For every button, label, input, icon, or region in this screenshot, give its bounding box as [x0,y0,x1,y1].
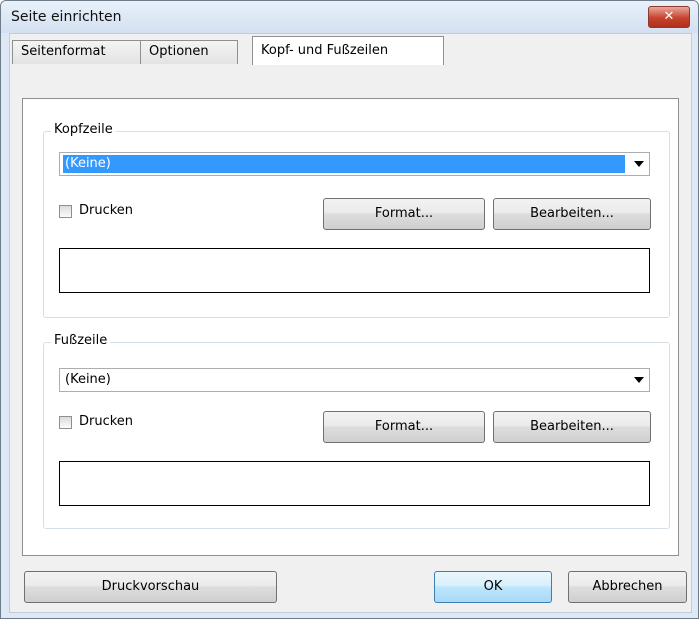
header-group-label: Kopfzeile [51,122,116,137]
tab-kopf-fusszeilen[interactable]: Kopf- und Fußzeilen [252,36,444,65]
header-format-label: Format... [374,206,434,221]
close-button[interactable]: ✕ [648,6,690,28]
header-print-checkbox[interactable] [59,205,72,218]
header-edit-button[interactable]: Bearbeiten... [493,198,651,230]
page-setup-dialog: Seite einrichten ✕ Seitenformat Optionen… [0,0,699,619]
footer-group-label: Fußzeile [51,333,111,348]
footer-preview-box [59,461,650,506]
chevron-down-icon [634,377,644,383]
footer-edit-button[interactable]: Bearbeiten... [493,411,651,443]
tab-label: Kopf- und Fußzeilen [261,43,389,58]
footer-edit-label: Bearbeiten... [530,419,614,434]
print-preview-button[interactable]: Druckvorschau [24,571,277,603]
footer-group-box: Fußzeile (Keine) Drucken Format... Bearb… [43,333,670,529]
header-format-button[interactable]: Format... [323,198,485,230]
header-select[interactable]: (Keine) [59,152,650,176]
print-preview-label: Druckvorschau [101,579,200,594]
footer-format-label: Format... [374,419,434,434]
ok-button[interactable]: OK [434,571,552,603]
cancel-button[interactable]: Abbrechen [568,571,687,603]
close-icon: ✕ [663,9,675,24]
footer-select[interactable]: (Keine) [59,368,650,392]
title-bar: Seite einrichten ✕ [1,1,698,33]
header-edit-label: Bearbeiten... [530,206,614,221]
header-select-value: (Keine) [63,155,625,173]
tab-seitenformat[interactable]: Seitenformat [12,40,141,64]
header-preview-box [59,248,650,293]
dialog-title: Seite einrichten [11,9,122,25]
chevron-down-icon [634,161,644,167]
header-print-label: Drucken [79,203,134,218]
cancel-label: Abbrechen [592,579,663,594]
footer-select-value: (Keine) [65,372,111,387]
footer-print-checkbox[interactable] [59,416,72,429]
ok-label: OK [483,579,503,594]
tab-optionen[interactable]: Optionen [140,40,238,64]
footer-format-button[interactable]: Format... [323,411,485,443]
tab-label: Seitenformat [21,44,106,59]
tab-label: Optionen [149,44,209,59]
header-group-box: Kopfzeile (Keine) Drucken Format... Bear… [43,122,670,318]
footer-print-label: Drucken [79,414,134,429]
